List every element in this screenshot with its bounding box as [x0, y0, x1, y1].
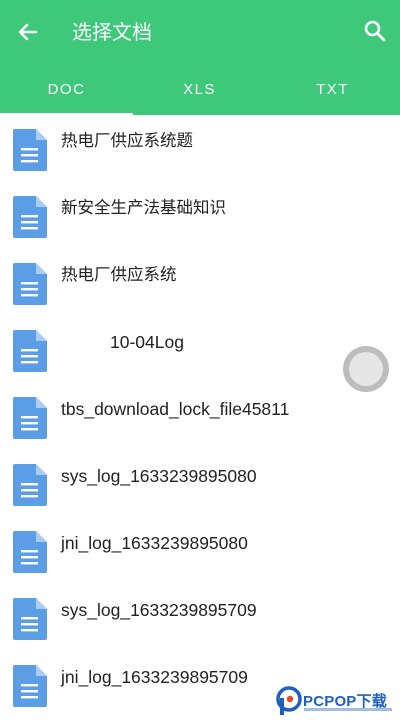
tab-xls[interactable]: XLS	[133, 70, 266, 115]
document-icon	[13, 330, 47, 372]
file-name: sys_log_1633239895709	[61, 600, 257, 620]
search-icon	[364, 20, 386, 42]
document-icon	[13, 665, 47, 707]
tab-bar: DOC XLS TXT	[0, 70, 400, 115]
app-header: 选择文档 DOC XLS TXT	[0, 0, 400, 115]
list-item[interactable]: tbs_download_lock_file45811	[0, 383, 400, 449]
pcpop-logo-icon	[276, 686, 302, 715]
file-name: sys_log_1633239895080	[61, 466, 257, 486]
file-name: jni_log_1633239895709	[61, 667, 248, 687]
file-name: tbs_download_lock_file45811	[61, 399, 290, 419]
tab-txt[interactable]: TXT	[266, 70, 399, 115]
watermark-underline	[304, 708, 392, 711]
file-name: 热电厂供应系统	[61, 265, 177, 284]
list-item[interactable]: sys_log_1633239895709	[0, 584, 400, 650]
tab-doc[interactable]: DOC	[0, 70, 133, 115]
arrow-left-icon	[18, 23, 38, 41]
top-bar: 选择文档	[0, 0, 400, 62]
floating-button-inner	[349, 352, 383, 386]
document-icon	[13, 598, 47, 640]
file-name: 热电厂供应系统题	[61, 131, 193, 150]
document-icon	[13, 464, 47, 506]
document-icon	[13, 397, 47, 439]
back-button[interactable]	[14, 18, 42, 46]
list-item[interactable]: sys_log_1633239895080	[0, 450, 400, 516]
floating-assistive-button[interactable]	[343, 346, 389, 392]
file-list: 热电厂供应系统题 新安全生产法基础知识 热电厂供应系统 10-04Log tbs…	[0, 115, 400, 720]
watermark: PCPOP下载	[276, 684, 398, 718]
file-name: 新安全生产法基础知识	[61, 198, 226, 217]
list-item[interactable]: 10-04Log	[0, 316, 400, 382]
list-item[interactable]: jni_log_1633239895080	[0, 517, 400, 583]
list-item[interactable]: 热电厂供应系统题	[0, 115, 400, 181]
document-icon	[13, 531, 47, 573]
document-icon	[13, 196, 47, 238]
list-item[interactable]: 热电厂供应系统	[0, 249, 400, 315]
file-name: 10-04Log	[110, 332, 184, 352]
document-icon	[13, 129, 47, 171]
page-title: 选择文档	[72, 20, 152, 44]
list-item[interactable]: 新安全生产法基础知识	[0, 182, 400, 248]
file-name: jni_log_1633239895080	[61, 533, 248, 553]
search-button[interactable]	[362, 18, 388, 44]
document-icon	[13, 263, 47, 305]
